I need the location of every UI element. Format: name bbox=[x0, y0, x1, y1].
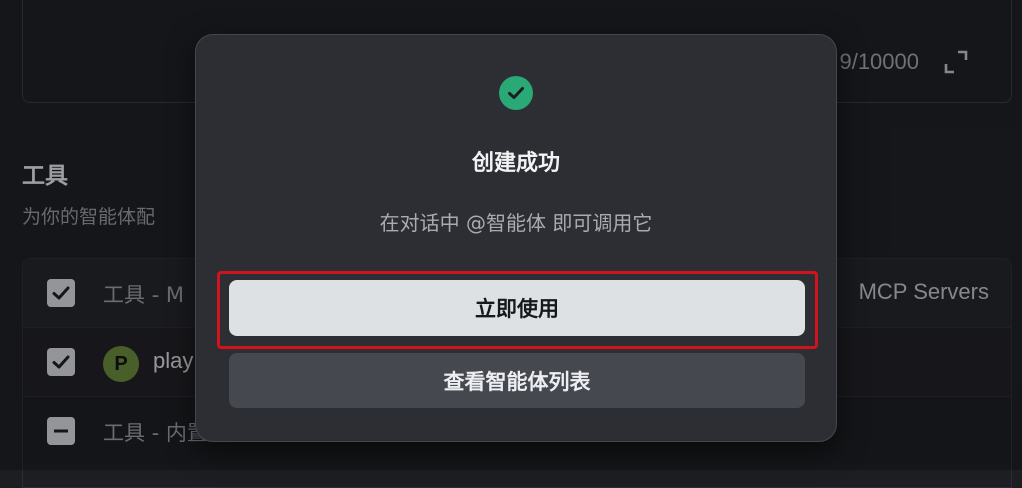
highlight-box bbox=[217, 271, 818, 349]
success-dialog: 创建成功 在对话中 @智能体 即可调用它 立即使用 查看智能体列表 bbox=[195, 34, 837, 442]
check-circle-icon bbox=[499, 76, 533, 110]
dialog-subtitle: 在对话中 @智能体 即可调用它 bbox=[379, 211, 653, 235]
view-agent-list-button[interactable]: 查看智能体列表 bbox=[229, 353, 805, 408]
dialog-title: 创建成功 bbox=[471, 151, 560, 176]
